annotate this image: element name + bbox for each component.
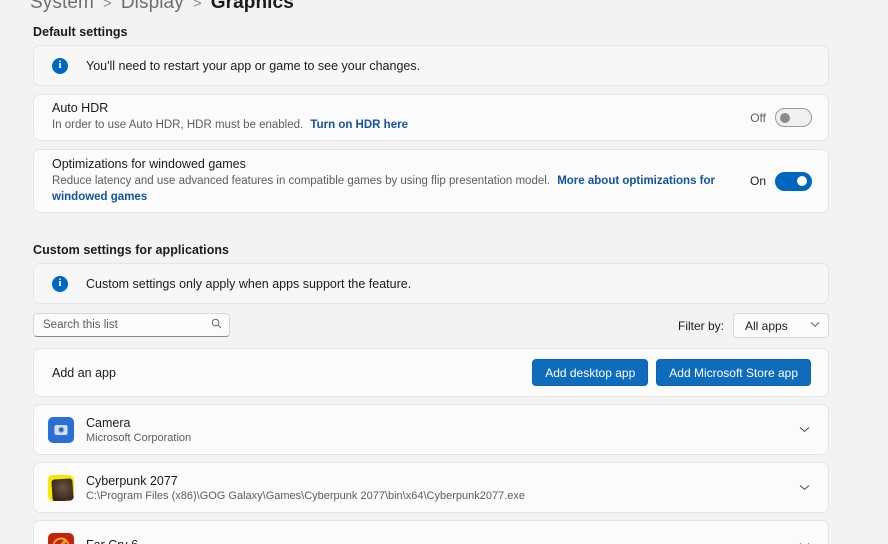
app-name: Cyberpunk 2077 [86, 473, 178, 488]
add-an-app-label: Add an app [52, 365, 116, 380]
camera-app-meta: Camera Microsoft Corporation [86, 416, 790, 444]
windowed-optimizations-card[interactable]: Optimizations for windowed games Reduce … [33, 149, 829, 213]
info-icon: i [52, 57, 68, 74]
filter-label: Filter by: [677, 318, 724, 333]
app-row-far-cry-6[interactable]: Far Cry 6 [33, 520, 829, 544]
search-icon [211, 316, 222, 334]
custom-settings-notice-banner: i Custom settings only apply when apps s… [33, 263, 829, 304]
custom-settings-heading: Custom settings for applications [33, 243, 230, 257]
farcry-app-meta: Far Cry 6 [86, 538, 790, 544]
chevron-down-icon[interactable] [790, 532, 818, 544]
chevron-down-icon[interactable] [790, 474, 818, 502]
filter-select[interactable]: All apps [733, 313, 829, 338]
windowed-optimizations-toggle-group[interactable]: On [749, 171, 812, 191]
app-row-cyberpunk-2077[interactable]: Cyberpunk 2077 C:\Program Files (x86)\GO… [33, 462, 829, 513]
breadcrumb-item-graphics: Graphics [210, 0, 294, 13]
breadcrumb-item-system[interactable]: System [30, 0, 94, 14]
auto-hdr-description: In order to use Auto HDR, HDR must be en… [52, 118, 736, 134]
filter-group: Filter by: All apps [678, 313, 829, 338]
graphics-settings-page: System > Display > Graphics Default sett… [0, 0, 888, 544]
filter-selected-value: All apps [745, 318, 788, 333]
auto-hdr-toggle-group[interactable]: Off [750, 108, 812, 127]
breadcrumb: System > Display > Graphics [30, 0, 294, 18]
breadcrumb-separator-icon: > [192, 0, 202, 12]
turn-on-hdr-link[interactable]: Turn on HDR here [310, 119, 408, 131]
auto-hdr-description-text: In order to use Auto HDR, HDR must be en… [52, 119, 304, 132]
app-row-camera[interactable]: Camera Microsoft Corporation [33, 404, 829, 455]
windowed-optimizations-title: Optimizations for windowed games [52, 157, 246, 171]
custom-settings-notice-text: Custom settings only apply when apps sup… [86, 276, 412, 291]
auto-hdr-toggle-state: Off [750, 110, 766, 125]
add-an-app-card: Add an app Add desktop app Add Microsoft… [33, 348, 829, 397]
auto-hdr-title: Auto HDR [52, 101, 109, 116]
windowed-optimizations-toggle-state: On [749, 174, 766, 188]
search-list-box[interactable] [33, 313, 230, 337]
restart-notice-banner: i You'll need to restart your app or gam… [33, 45, 829, 86]
auto-hdr-card[interactable]: Auto HDR In order to use Auto HDR, HDR m… [33, 94, 829, 141]
breadcrumb-item-display[interactable]: Display [121, 0, 184, 14]
app-detail: C:\Program Files (x86)\GOG Galaxy\Games\… [86, 489, 525, 502]
add-microsoft-store-app-button[interactable]: Add Microsoft Store app [656, 359, 811, 386]
search-input[interactable] [43, 319, 211, 331]
auto-hdr-toggle[interactable] [775, 108, 812, 127]
chevron-down-icon [810, 321, 820, 330]
windowed-optimizations-description: Reduce latency and use advanced features… [52, 174, 736, 205]
chevron-down-icon[interactable] [790, 416, 818, 444]
auto-hdr-text-block: Auto HDR In order to use Auto HDR, HDR m… [52, 101, 736, 134]
default-settings-heading: Default settings [33, 25, 128, 39]
cyberpunk-app-icon [48, 474, 74, 501]
info-icon: i [52, 275, 68, 292]
app-name: Camera [86, 415, 131, 430]
app-name: Far Cry 6 [86, 538, 790, 544]
windowed-optimizations-toggle[interactable] [775, 171, 812, 191]
restart-notice-text: You'll need to restart your app or game … [86, 58, 421, 73]
app-detail: Microsoft Corporation [86, 431, 192, 444]
breadcrumb-separator-icon: > [102, 0, 112, 12]
windowed-optimizations-text-block: Optimizations for windowed games Reduce … [52, 157, 736, 205]
camera-app-icon [48, 416, 74, 443]
windowed-optimizations-description-text: Reduce latency and use advanced features… [52, 175, 550, 187]
add-desktop-app-button[interactable]: Add desktop app [532, 359, 649, 386]
farcry-app-icon [48, 532, 74, 544]
cyberpunk-app-meta: Cyberpunk 2077 C:\Program Files (x86)\GO… [86, 474, 790, 502]
